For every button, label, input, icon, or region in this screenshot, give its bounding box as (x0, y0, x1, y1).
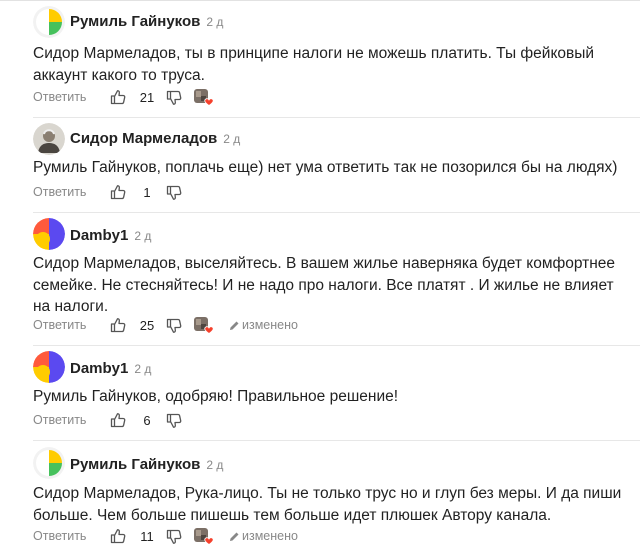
avatar[interactable] (33, 6, 65, 38)
reply-button[interactable]: Ответить (33, 90, 86, 104)
thumbs-up-icon[interactable] (110, 412, 126, 428)
author-line: Сидор Мармеладов 2 д (70, 130, 240, 147)
like-count: 6 (143, 413, 151, 428)
edited-text: изменено (242, 318, 298, 332)
author-line: Румиль Гайнуков 2 д (70, 13, 223, 30)
reactor-avatar-heart-icon[interactable] (193, 316, 215, 336)
yandex-logo-icon (33, 447, 65, 479)
like-count: 11 (140, 529, 154, 544)
comment-divider (33, 345, 640, 346)
comment-text: Сидор Мармеладов, ты в принципе налоги н… (33, 45, 595, 84)
comment-time: 2 д (134, 362, 152, 376)
edited-label: изменено (229, 529, 298, 543)
reply-button[interactable]: Ответить (33, 318, 86, 332)
comment-divider (33, 117, 640, 118)
reply-button[interactable]: Ответить (33, 413, 86, 427)
thumbs-up-icon[interactable] (110, 317, 126, 333)
thumbs-up-icon[interactable] (110, 89, 126, 105)
like-count: 25 (139, 318, 155, 333)
thumbs-down-icon[interactable] (166, 413, 182, 429)
author-name[interactable]: Damby1 (70, 227, 128, 244)
reply-button[interactable]: Ответить (33, 185, 86, 199)
reactor-avatar-heart-icon[interactable] (193, 88, 215, 108)
colorful-circle-icon (33, 218, 65, 250)
comment-text: Сидор Мармеладов, выселяйтесь. В вашем ж… (33, 255, 616, 315)
comment-time: 2 д (206, 15, 224, 29)
reply-button[interactable]: Ответить (33, 529, 86, 543)
top-divider (0, 0, 640, 1)
comment-divider (33, 440, 640, 441)
author-name[interactable]: Сидор Мармеладов (70, 130, 217, 147)
colorful-circle-icon (33, 351, 65, 383)
comment-text: Румиль Гайнуков, поплачь еще) нет ума от… (33, 159, 618, 176)
thumbs-down-icon[interactable] (166, 185, 182, 201)
thumbs-down-icon[interactable] (166, 90, 182, 106)
author-line: Damby1 2 д (70, 227, 151, 244)
comment-time: 2 д (206, 458, 224, 472)
avatar[interactable] (33, 123, 65, 155)
avatar[interactable] (33, 351, 65, 383)
author-line: Румиль Гайнуков 2 д (70, 456, 223, 473)
comment-divider (33, 212, 640, 213)
like-count: 1 (143, 185, 151, 200)
avatar[interactable] (33, 218, 65, 250)
thumbs-up-icon[interactable] (110, 184, 126, 200)
user-photo-icon (33, 123, 65, 155)
edited-label: изменено (229, 318, 298, 332)
comment-time: 2 д (134, 229, 152, 243)
author-name[interactable]: Damby1 (70, 360, 128, 377)
comment-text: Румиль Гайнуков, одобряю! Правильное реш… (33, 388, 399, 405)
author-line: Damby1 2 д (70, 360, 151, 377)
comment-time: 2 д (223, 132, 241, 146)
thumbs-down-icon[interactable] (166, 529, 182, 545)
thumbs-down-icon[interactable] (166, 318, 182, 334)
pencil-icon (230, 532, 239, 541)
comment-text: Сидор Мармеладов, Рука-лицо. Ты не тольк… (33, 485, 622, 524)
reactor-avatar-heart-icon[interactable] (193, 527, 215, 547)
avatar[interactable] (33, 447, 65, 479)
author-name[interactable]: Румиль Гайнуков (70, 13, 200, 30)
thumbs-up-icon[interactable] (110, 528, 126, 544)
pencil-icon (230, 321, 239, 330)
author-name[interactable]: Румиль Гайнуков (70, 456, 200, 473)
edited-text: изменено (242, 529, 298, 543)
yandex-logo-icon (33, 6, 65, 38)
like-count: 21 (139, 90, 155, 105)
